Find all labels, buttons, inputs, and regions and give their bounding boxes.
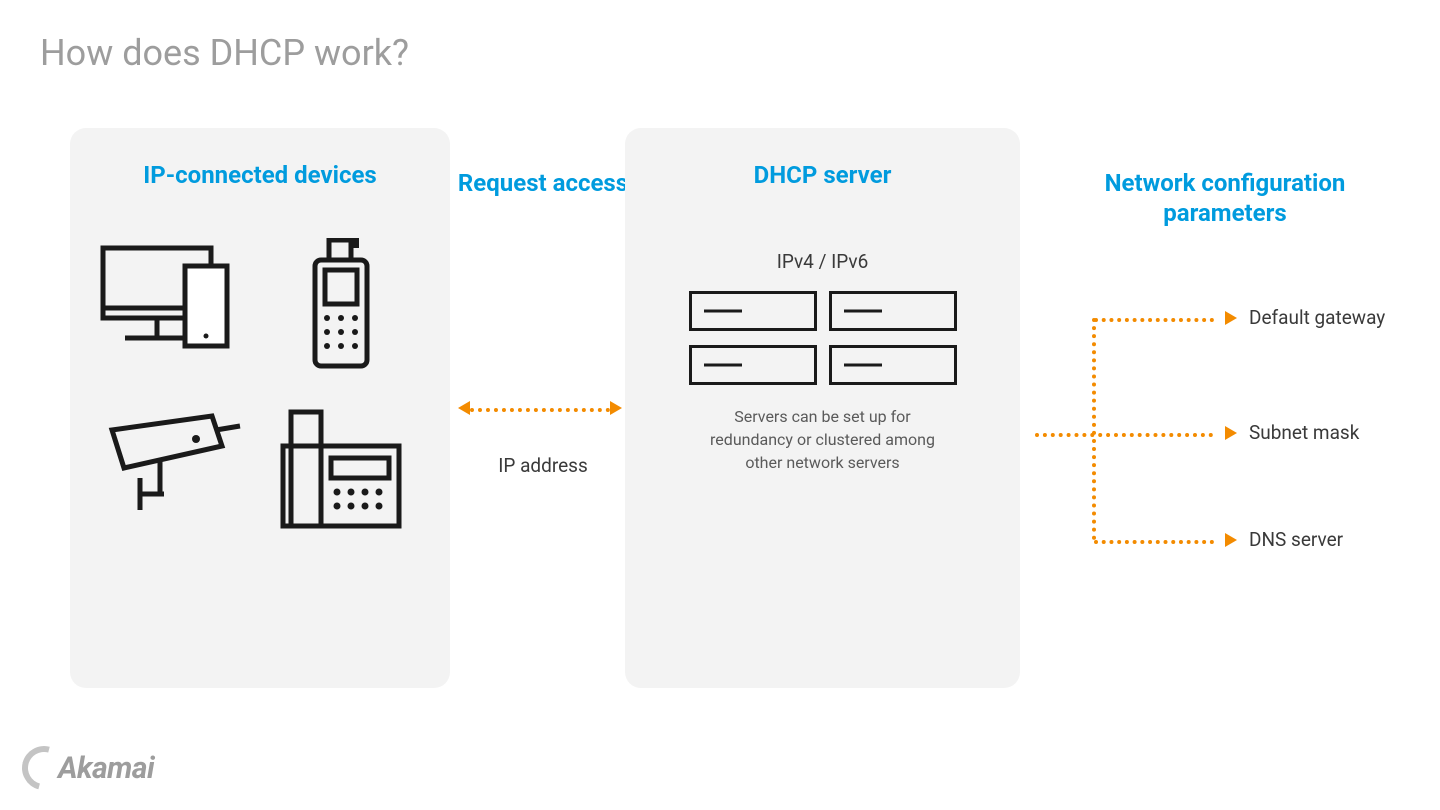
arrow-icon bbox=[1225, 533, 1237, 547]
ip-version-label: IPv4 / IPv6 bbox=[645, 250, 1000, 273]
params-connector-vertical bbox=[1092, 318, 1096, 540]
server-heading: DHCP server bbox=[645, 160, 1000, 190]
param-label: Subnet mask bbox=[1249, 421, 1359, 444]
server-rack-icon bbox=[645, 291, 1000, 385]
request-heading: Request access bbox=[453, 168, 633, 198]
server-panel: DHCP server IPv4 / IPv6 Servers can be s… bbox=[625, 128, 1020, 688]
handheld-terminal-icon bbox=[295, 238, 395, 378]
ip-address-label: IP address bbox=[453, 454, 633, 477]
brand-name: Akamai bbox=[58, 751, 154, 786]
arrow-icon bbox=[1225, 311, 1237, 325]
request-connector bbox=[470, 408, 610, 412]
request-access-label: Request access bbox=[453, 168, 633, 198]
server-description: Servers can be set up for redundancy or … bbox=[693, 405, 953, 475]
fax-phone-icon bbox=[275, 408, 415, 538]
akamai-logo: Akamai bbox=[22, 746, 154, 790]
devices-heading: IP-connected devices bbox=[90, 160, 430, 190]
param-label: Default gateway bbox=[1249, 306, 1385, 329]
branch-dns bbox=[1094, 540, 1214, 544]
param-subnet-mask: Subnet mask bbox=[1225, 421, 1359, 444]
arrow-right-icon bbox=[610, 401, 622, 415]
param-default-gateway: Default gateway bbox=[1225, 306, 1385, 329]
arrow-left-icon bbox=[458, 401, 470, 415]
param-dns-server: DNS server bbox=[1225, 528, 1343, 551]
security-camera-icon bbox=[100, 408, 250, 538]
devices-panel: IP-connected devices bbox=[70, 128, 450, 688]
page-title: How does DHCP work? bbox=[40, 32, 409, 74]
params-heading: Network configuration parameters bbox=[1085, 168, 1365, 228]
branch-gateway bbox=[1094, 318, 1214, 322]
monitor-phone-icon bbox=[95, 238, 255, 378]
akamai-swoosh-icon bbox=[14, 738, 74, 798]
params-heading-wrap: Network configuration parameters bbox=[1085, 168, 1365, 228]
params-connector-main bbox=[1035, 433, 1213, 437]
param-label: DNS server bbox=[1249, 528, 1343, 551]
arrow-icon bbox=[1225, 426, 1237, 440]
